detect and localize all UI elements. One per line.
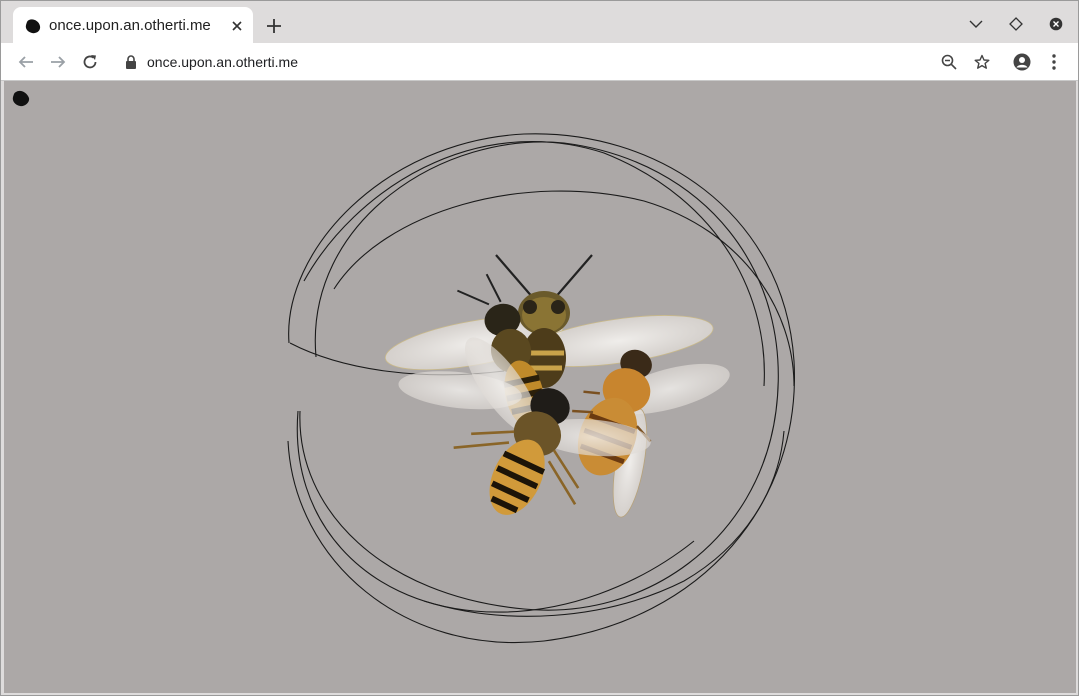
profile-icon[interactable] (1009, 49, 1035, 75)
tab-title: once.upon.an.otherti.me (49, 17, 211, 34)
menu-icon[interactable] (1041, 49, 1067, 75)
zoom-out-icon[interactable] (939, 52, 959, 72)
close-window-icon[interactable] (1045, 13, 1067, 35)
bee-top (384, 254, 714, 388)
tab-strip: once.upon.an.otherti.me (1, 1, 1078, 44)
url-text: once.upon.an.otherti.me (147, 54, 298, 70)
forward-icon[interactable] (45, 49, 71, 75)
blob-icon (25, 19, 41, 34)
reload-icon[interactable] (77, 49, 103, 75)
browser-window: once.upon.an.otherti.me once.upon.an.oth… (0, 0, 1079, 696)
bee-artwork (287, 133, 795, 643)
browser-toolbar: once.upon.an.otherti.me (1, 43, 1078, 81)
page-viewport (4, 81, 1076, 693)
tab-close-icon[interactable] (227, 16, 247, 36)
lock-icon (126, 55, 136, 69)
restore-icon[interactable] (1005, 13, 1027, 35)
back-icon[interactable] (13, 49, 39, 75)
active-tab[interactable]: once.upon.an.otherti.me (13, 7, 253, 44)
new-tab-icon[interactable] (263, 15, 285, 37)
bookmark-star-icon[interactable] (969, 49, 995, 75)
address-bar[interactable]: once.upon.an.otherti.me (113, 48, 969, 76)
tab-search-icon[interactable] (965, 13, 987, 35)
